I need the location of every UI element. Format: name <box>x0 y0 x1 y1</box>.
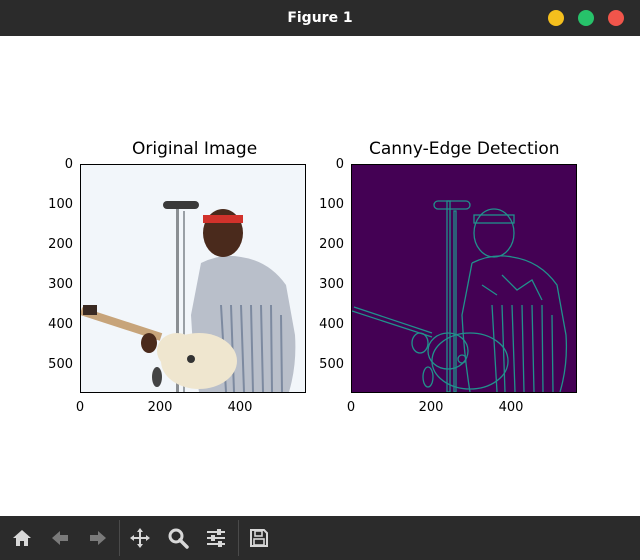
left-axes-title: Original Image <box>132 139 258 159</box>
right-ytick-200: 200 <box>319 237 344 252</box>
close-button[interactable] <box>608 10 624 26</box>
left-xtick-400: 400 <box>227 400 253 415</box>
left-xtick-200: 200 <box>147 400 173 415</box>
right-ytick-0: 0 <box>335 157 344 172</box>
configure-subplots-button[interactable] <box>200 522 232 554</box>
forward-arrow-icon <box>90 531 106 545</box>
right-xtick-200: 200 <box>418 400 444 415</box>
right-axes-title: Canny-Edge Detection <box>369 139 560 159</box>
canny-edge-image <box>352 165 576 392</box>
window-title: Figure 1 <box>287 10 353 26</box>
minimize-button[interactable] <box>548 10 564 26</box>
back-button[interactable] <box>44 522 76 554</box>
maximize-button[interactable] <box>578 10 594 26</box>
original-image-plot[interactable] <box>80 164 306 393</box>
original-image <box>81 165 305 392</box>
canny-edge-plot[interactable] <box>351 164 577 393</box>
home-icon <box>13 530 31 546</box>
right-xtick-0: 0 <box>346 400 356 415</box>
left-ytick-500: 500 <box>48 357 73 372</box>
save-icon <box>250 529 268 547</box>
left-ytick-100: 100 <box>48 197 73 212</box>
toolbar-separator-2 <box>238 520 239 556</box>
back-arrow-icon <box>52 531 68 545</box>
toolbar-separator <box>119 520 120 556</box>
left-ytick-400: 400 <box>48 317 73 332</box>
left-ytick-300: 300 <box>48 277 73 292</box>
home-button[interactable] <box>6 522 38 554</box>
left-ytick-200: 200 <box>48 237 73 252</box>
figure-canvas: Original Image 0 100 200 300 400 500 0 2… <box>0 36 640 516</box>
right-ytick-500: 500 <box>319 357 344 372</box>
pan-button[interactable] <box>124 522 156 554</box>
right-ytick-300: 300 <box>319 277 344 292</box>
right-ytick-100: 100 <box>319 197 344 212</box>
navigation-toolbar <box>0 516 640 560</box>
configure-subplots-icon <box>207 529 225 547</box>
zoom-icon <box>168 528 189 549</box>
zoom-button[interactable] <box>162 522 194 554</box>
title-bar: Figure 1 <box>0 0 640 36</box>
left-xtick-0: 0 <box>75 400 85 415</box>
left-ytick-0: 0 <box>64 157 73 172</box>
right-ytick-400: 400 <box>319 317 344 332</box>
forward-button[interactable] <box>82 522 114 554</box>
pan-icon <box>130 528 150 548</box>
save-button[interactable] <box>243 522 275 554</box>
right-xtick-400: 400 <box>498 400 524 415</box>
